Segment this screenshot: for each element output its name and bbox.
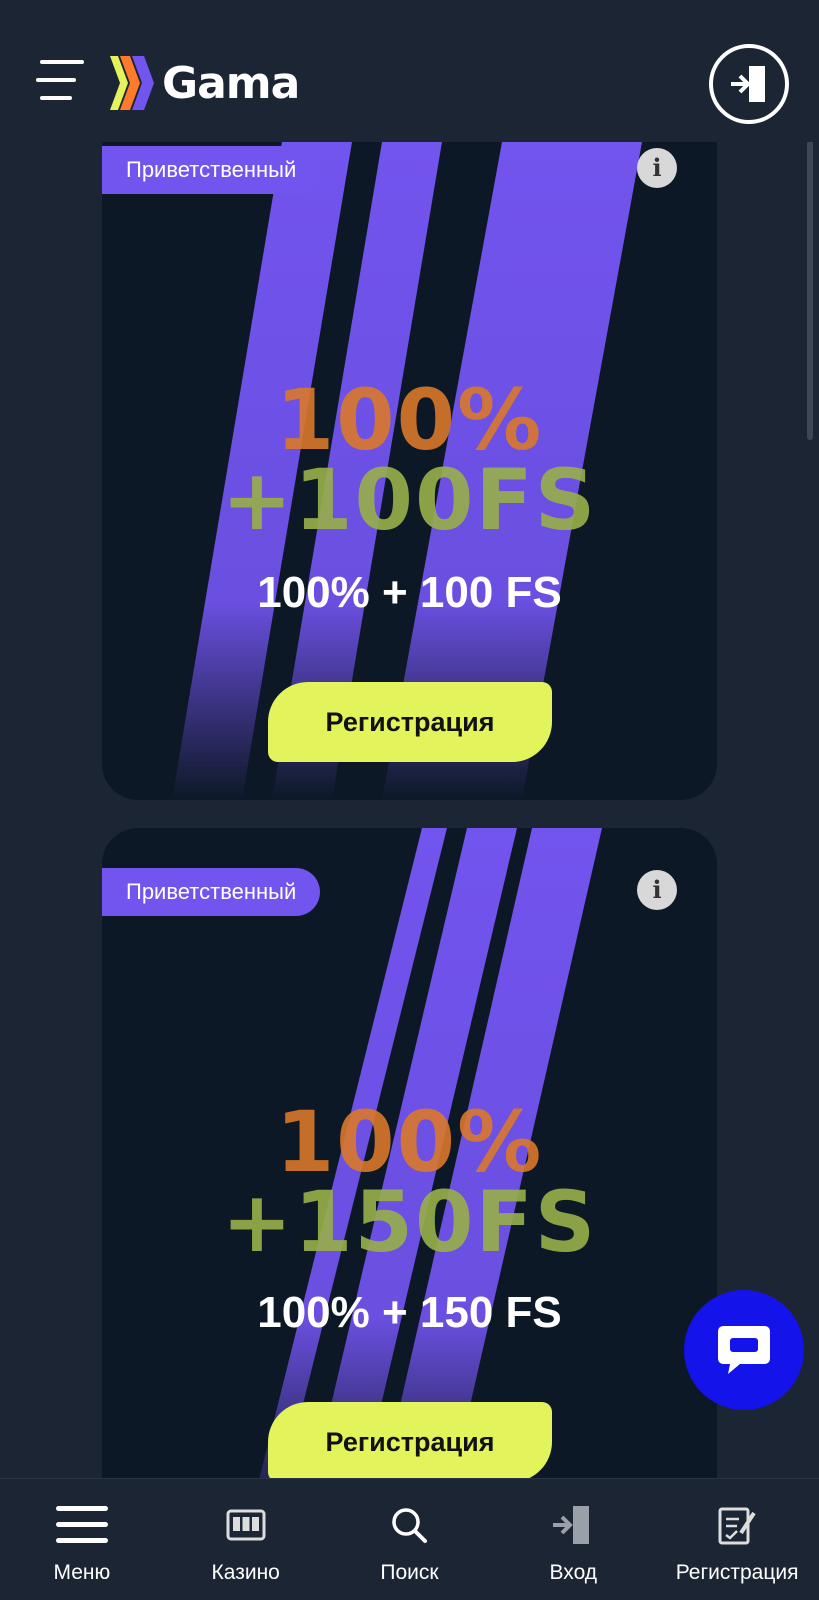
- promo-percent: 100%: [275, 371, 544, 469]
- nav-register[interactable]: Регистрация: [655, 1479, 819, 1600]
- promo-percent: 100%: [275, 1093, 544, 1191]
- top-header: Gama: [0, 0, 819, 142]
- promo-freespins: +100FS: [221, 451, 598, 549]
- bottom-nav: Меню Казино Поиск Вход Регистрация: [0, 1478, 819, 1600]
- nav-search[interactable]: Поиск: [328, 1479, 492, 1600]
- bonus-title: 100% + 100 FS: [257, 568, 562, 617]
- nav-casino[interactable]: Казино: [164, 1479, 328, 1600]
- promo-freespins: +150FS: [221, 1173, 598, 1271]
- register-clipboard-icon: [717, 1501, 757, 1549]
- slot-machine-icon: [226, 1501, 266, 1549]
- register-button[interactable]: Регистрация: [268, 1402, 552, 1482]
- badge-welcome: Приветственный: [102, 146, 321, 194]
- menu-button[interactable]: [36, 60, 84, 104]
- hamburger-icon: [55, 1501, 108, 1549]
- search-icon: [389, 1501, 429, 1549]
- bonus-card: Приветственный i 100% +100FS 100% + 100 …: [102, 142, 717, 800]
- logo-chevrons-icon: [110, 56, 154, 110]
- chat-button[interactable]: [684, 1290, 804, 1410]
- page-scrollbar[interactable]: [807, 140, 813, 440]
- badge-welcome: Приветственный: [102, 868, 321, 916]
- chat-bubble-icon: [718, 1326, 770, 1374]
- login-door-icon: [551, 1501, 595, 1549]
- login-door-icon: [731, 66, 765, 102]
- nav-label: Вход: [549, 1561, 598, 1584]
- register-button[interactable]: Регистрация: [268, 682, 552, 762]
- nav-menu[interactable]: Меню: [0, 1479, 164, 1600]
- bonus-card: Приветственный i 100% +150FS 100% + 150 …: [102, 828, 717, 1528]
- nav-label: Регистрация: [675, 1561, 799, 1584]
- bonus-title: 100% + 150 FS: [257, 1288, 562, 1337]
- logo[interactable]: Gama: [108, 54, 300, 112]
- nav-login[interactable]: Вход: [491, 1479, 655, 1600]
- nav-label: Казино: [211, 1561, 280, 1584]
- nav-label: Поиск: [380, 1561, 439, 1584]
- info-icon[interactable]: i: [637, 148, 677, 188]
- logo-text: Gama: [162, 57, 300, 109]
- info-icon[interactable]: i: [637, 870, 677, 910]
- nav-label: Меню: [53, 1561, 111, 1584]
- login-button[interactable]: [709, 44, 789, 124]
